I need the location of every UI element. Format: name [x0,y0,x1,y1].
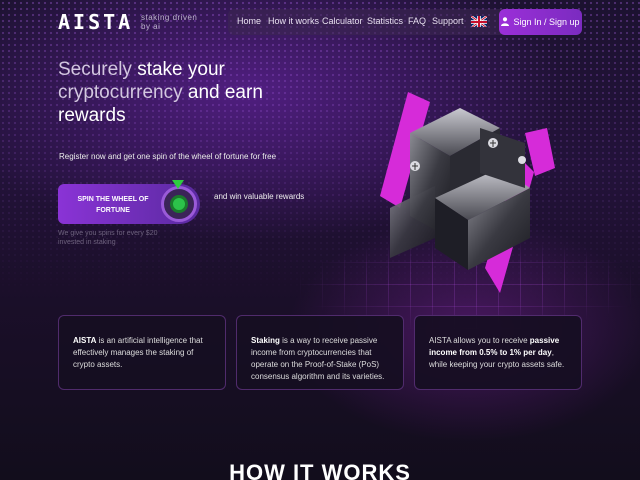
wheel-center [170,195,188,213]
info-card-aista-bold: AISTA [73,336,97,345]
hero-title-part-2: stake your [137,59,225,80]
user-icon [501,16,510,28]
sign-in-button[interactable]: Sign In / Sign up [499,9,582,35]
hero-title-part-1: Securely [58,59,132,80]
wheel-pointer-icon [172,180,184,189]
nav-calculator[interactable]: Calculator [322,16,363,26]
info-card-aista: AISTA is an artificial intelligence that… [58,315,226,390]
spins-note: We give you spins for every $20 invested… [58,230,158,246]
hero-title-part-3: cryptocurrency [58,82,183,103]
nav-home[interactable]: Home [237,16,261,26]
aista-logo[interactable]: AISTA [58,10,133,34]
how-it-works-heading: HOW IT WORKS [229,460,411,480]
info-card-income-pre: AISTA allows you to receive [429,336,530,345]
spin-wheel-button[interactable]: SPIN THE WHEEL OF FORTUNE [58,180,200,224]
logo-tagline: staking driven by ai [141,13,198,31]
site-header: AISTA staking driven by ai Home How it w… [0,0,640,44]
main-nav: Home How it works Calculator Statistics … [228,9,582,35]
staking-3d-artwork [380,92,555,293]
wheel-of-fortune-icon [161,186,197,222]
sign-in-label: Sign In / Sign up [513,17,580,27]
nav-how-it-works[interactable]: How it works [268,16,319,26]
info-card-staking-bold: Staking [251,336,280,345]
nav-faq[interactable]: FAQ [408,16,426,26]
win-rewards-text: and win valuable rewards [214,192,305,201]
spin-wheel-label: SPIN THE WHEEL OF FORTUNE [77,196,149,214]
promo-text: Register now and get one spin of the whe… [59,152,277,161]
nav-statistics[interactable]: Statistics [367,16,403,26]
info-card-income: AISTA allows you to receive passive inco… [414,315,582,390]
uk-flag-icon[interactable] [471,15,487,27]
info-card-staking: Staking is a way to receive passive inco… [236,315,404,390]
hero-title: Securely stake your cryptocurrency and e… [58,58,298,127]
nav-support[interactable]: Support [432,16,464,26]
